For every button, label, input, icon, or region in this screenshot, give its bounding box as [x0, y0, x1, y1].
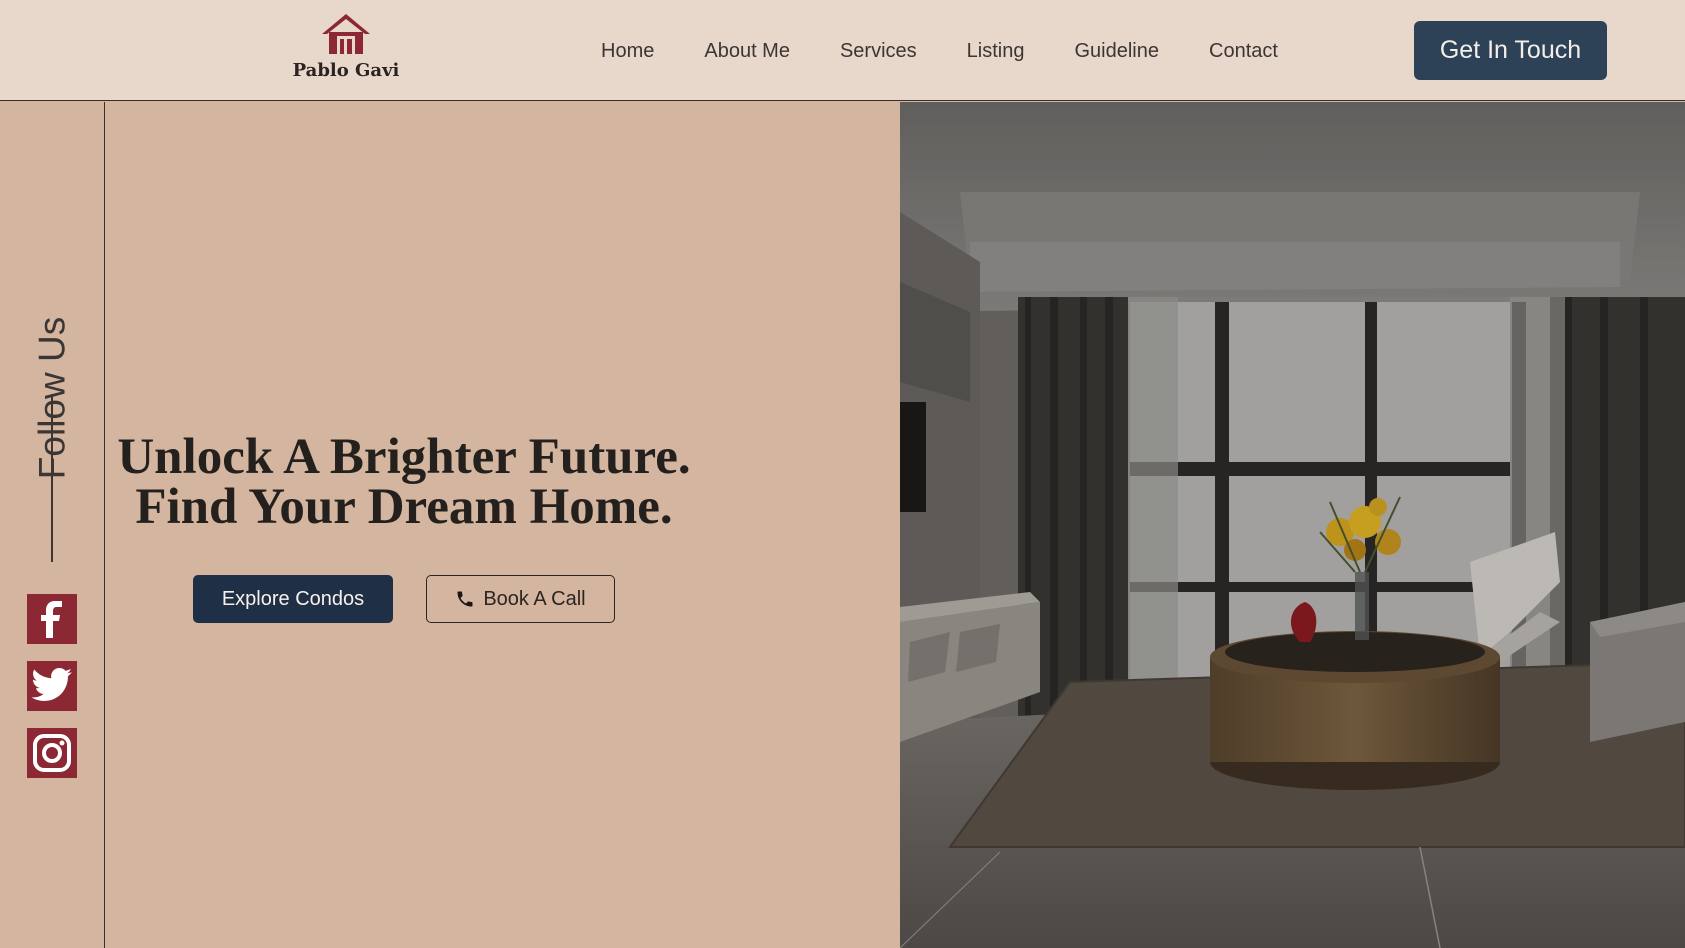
brand-name: Pablo Gavi	[292, 60, 400, 81]
nav-home[interactable]: Home	[576, 37, 679, 65]
get-in-touch-button[interactable]: Get In Touch	[1414, 21, 1607, 80]
instagram-icon	[33, 734, 71, 772]
brand-logo[interactable]: Pablo Gavi	[290, 12, 402, 81]
headline-line-2: Find Your Dream Home.	[135, 479, 673, 535]
social-rail: Follow Us	[0, 102, 105, 948]
twitter-icon	[31, 668, 72, 701]
nav-listing[interactable]: Listing	[942, 37, 1050, 65]
instagram-link[interactable]	[27, 728, 77, 778]
nav-services[interactable]: Services	[815, 37, 942, 65]
nav-guideline[interactable]: Guideline	[1049, 37, 1184, 65]
headline-line-1: Unlock A Brighter Future.	[117, 429, 691, 485]
site-header: Pablo Gavi Home About Me Services Listin…	[0, 0, 1685, 101]
book-a-call-label: Book A Call	[483, 587, 586, 610]
rail-divider	[51, 394, 53, 562]
living-room-photo	[900, 102, 1685, 948]
main-nav: Home About Me Services Listing Guideline…	[576, 37, 1303, 65]
hero-section: Unlock A Brighter Future. Find Your Drea…	[106, 102, 900, 948]
phone-icon	[457, 591, 473, 607]
facebook-link[interactable]	[27, 594, 77, 644]
house-icon	[322, 14, 370, 54]
explore-condos-button[interactable]: Explore Condos	[193, 575, 393, 623]
facebook-icon	[41, 601, 62, 638]
twitter-link[interactable]	[27, 661, 77, 711]
nav-about-me[interactable]: About Me	[679, 37, 815, 65]
book-a-call-button[interactable]: Book A Call	[426, 575, 615, 623]
nav-contact[interactable]: Contact	[1184, 37, 1303, 65]
hero-headline: Unlock A Brighter Future. Find Your Drea…	[106, 429, 702, 535]
